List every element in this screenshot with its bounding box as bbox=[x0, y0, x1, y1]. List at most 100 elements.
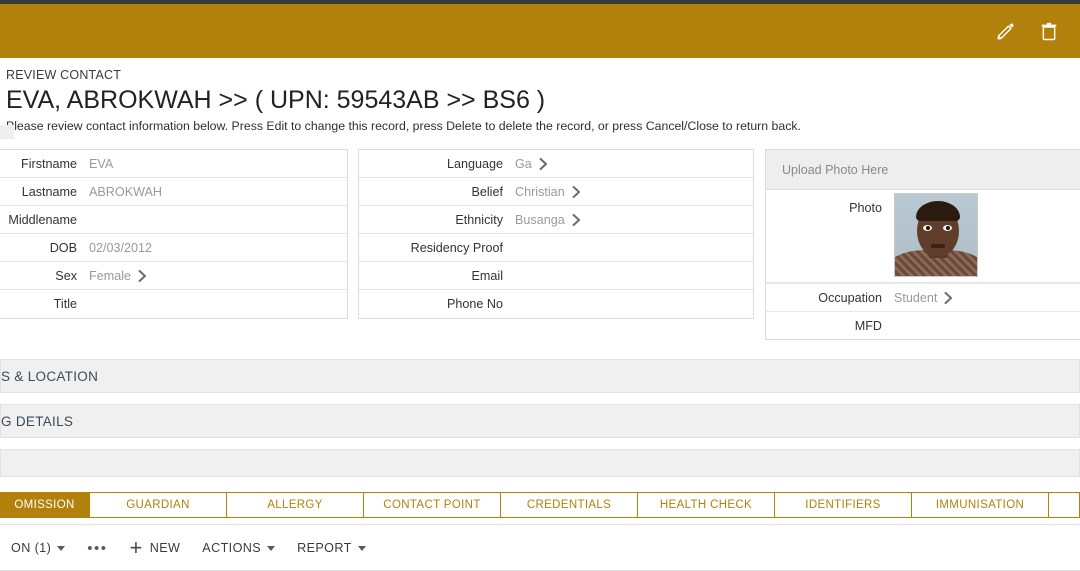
field-value-text: Ga bbox=[515, 156, 532, 171]
new-button[interactable]: + NEW bbox=[118, 525, 191, 571]
tab-credentials[interactable]: CREDENTIALS bbox=[501, 492, 638, 518]
field-row[interactable]: Belief Christian bbox=[359, 178, 753, 206]
tab-allergy[interactable]: ALLERGY bbox=[227, 492, 364, 518]
collapsed-section-title: S & LOCATION bbox=[1, 368, 99, 384]
field-row: Title bbox=[0, 290, 347, 318]
breadcrumb: REVIEW CONTACT bbox=[6, 68, 122, 82]
field-label: Ethnicity bbox=[455, 212, 503, 227]
photo-row: Photo bbox=[766, 190, 1080, 283]
page-instructions: Please review contact information below.… bbox=[6, 119, 801, 133]
tab-health-check[interactable]: HEALTH CHECK bbox=[638, 492, 775, 518]
field-value-text: Student bbox=[894, 290, 938, 305]
field-value[interactable]: Christian bbox=[515, 185, 581, 199]
pencil-icon bbox=[996, 23, 1013, 40]
report-menu-label: REPORT bbox=[297, 541, 352, 555]
tab-label: CREDENTIALS bbox=[526, 499, 612, 511]
tab-contact-point[interactable]: CONTACT POINT bbox=[364, 492, 501, 518]
collapsed-section[interactable]: S & LOCATION bbox=[0, 359, 1080, 393]
chevron-right-icon bbox=[572, 213, 581, 226]
field-label: MFD bbox=[854, 318, 882, 333]
contact-photo[interactable] bbox=[894, 193, 978, 277]
tab-label: ALLERGY bbox=[267, 499, 323, 511]
photo-field-value[interactable] bbox=[894, 190, 978, 277]
plus-icon: + bbox=[129, 535, 143, 560]
field-value[interactable]: Female bbox=[89, 269, 147, 283]
field-label: Phone No bbox=[446, 297, 503, 311]
tab-label: GUARDIAN bbox=[126, 499, 190, 511]
chevron-down-icon bbox=[267, 545, 276, 551]
field-value-text: EVA bbox=[89, 156, 114, 171]
field-row[interactable]: Occupation Student bbox=[766, 283, 1080, 311]
overflow-menu-button[interactable]: ••• bbox=[76, 525, 118, 571]
field-row: Email bbox=[359, 262, 753, 290]
chevron-right-icon bbox=[539, 157, 548, 170]
field-label: Occupation bbox=[818, 290, 882, 305]
collapsed-section[interactable]: G DETAILS bbox=[0, 404, 1080, 438]
field-label: Email bbox=[471, 268, 504, 283]
review-contact-page: REVIEW CONTACT EVA, ABROKWAH >> ( UPN: 5… bbox=[0, 0, 1080, 571]
app-toolbar bbox=[0, 4, 1080, 58]
field-label: DOB bbox=[49, 240, 77, 255]
field-row: Phone No bbox=[359, 290, 753, 318]
tab-label: CONTACT POINT bbox=[383, 499, 481, 511]
field-label: Language bbox=[446, 156, 503, 171]
field-row[interactable]: Ethnicity Busanga bbox=[359, 206, 753, 234]
tab-guardian[interactable]: GUARDIAN bbox=[90, 492, 227, 518]
field-value[interactable]: Busanga bbox=[515, 213, 581, 227]
new-button-label: NEW bbox=[149, 541, 181, 555]
tab-label: IDENTIFIERS bbox=[805, 499, 881, 511]
tab-omission[interactable]: OMISSION bbox=[0, 492, 90, 518]
report-menu[interactable]: REPORT bbox=[286, 525, 377, 571]
chevron-right-icon bbox=[138, 269, 147, 282]
field-row[interactable]: Language Ga bbox=[359, 150, 753, 178]
tab-immunisation[interactable]: IMMUNISATION bbox=[912, 492, 1049, 518]
field-label: Belief bbox=[471, 184, 503, 199]
field-value: EVA bbox=[89, 157, 113, 171]
chevron-right-icon bbox=[944, 291, 953, 304]
chevron-down-icon bbox=[357, 545, 366, 551]
ellipsis-icon: ••• bbox=[87, 539, 108, 557]
edit-record-button[interactable] bbox=[988, 14, 1022, 48]
photo-field-label: Photo bbox=[849, 201, 882, 215]
view-selector[interactable]: ON (1) bbox=[0, 525, 76, 571]
field-value[interactable]: Student bbox=[894, 291, 953, 305]
field-value[interactable]: Ga bbox=[515, 157, 548, 171]
field-value-text: 02/03/2012 bbox=[89, 240, 153, 255]
field-value-text: Female bbox=[89, 268, 131, 283]
field-value-text: ABROKWAH bbox=[89, 184, 163, 199]
field-row[interactable]: Sex Female bbox=[0, 262, 347, 290]
related-entity-tabs: OMISSION GUARDIAN ALLERGY CONTACT POINT CRED… bbox=[0, 492, 1080, 518]
field-value-text: Busanga bbox=[515, 212, 565, 227]
collapsed-section-title: G DETAILS bbox=[1, 413, 74, 429]
scrolled-off-left-stub bbox=[0, 125, 14, 139]
field-value-text: Christian bbox=[515, 184, 565, 199]
command-bar: ON (1) ••• + NEW ACTIONS REPORT bbox=[0, 524, 1080, 571]
actions-menu-label: ACTIONS bbox=[202, 541, 262, 555]
field-value: ABROKWAH bbox=[89, 185, 162, 199]
tab-label: OMISSION bbox=[14, 499, 75, 511]
field-row: DOB 02/03/2012 bbox=[0, 234, 347, 262]
field-row: MFD bbox=[766, 311, 1080, 339]
actions-menu[interactable]: ACTIONS bbox=[191, 525, 286, 571]
delete-record-button[interactable] bbox=[1032, 14, 1066, 48]
collapsed-section[interactable] bbox=[0, 449, 1080, 477]
chevron-right-icon bbox=[572, 185, 581, 198]
tab-identifiers[interactable]: IDENTIFIERS bbox=[775, 492, 912, 518]
photo-occupation-card: Upload Photo Here Photo Occupation Stude… bbox=[765, 149, 1080, 340]
trash-icon bbox=[1041, 22, 1057, 40]
tab-label: HEALTH CHECK bbox=[659, 499, 753, 511]
field-row: Lastname ABROKWAH bbox=[0, 178, 347, 206]
chevron-down-icon bbox=[57, 545, 66, 551]
field-label: Sex bbox=[55, 268, 77, 283]
field-label: Middlename bbox=[8, 212, 77, 227]
photo-card-header: Upload Photo Here bbox=[766, 150, 1080, 190]
tab-strip-filler bbox=[1049, 492, 1080, 518]
view-selector-label: ON (1) bbox=[11, 541, 52, 555]
field-label: Residency Proof bbox=[410, 240, 503, 255]
demographics-card: Language Ga Belief Christian Ethnicity Busang… bbox=[358, 149, 754, 319]
field-row: Middlename bbox=[0, 206, 347, 234]
personal-details-card: Firstname EVA Lastname ABROKWAH Middlename DO… bbox=[0, 149, 348, 319]
field-row: Residency Proof bbox=[359, 234, 753, 262]
collapsed-sections: S & LOCATION G DETAILS bbox=[0, 359, 1080, 488]
field-label: Firstname bbox=[21, 156, 77, 171]
